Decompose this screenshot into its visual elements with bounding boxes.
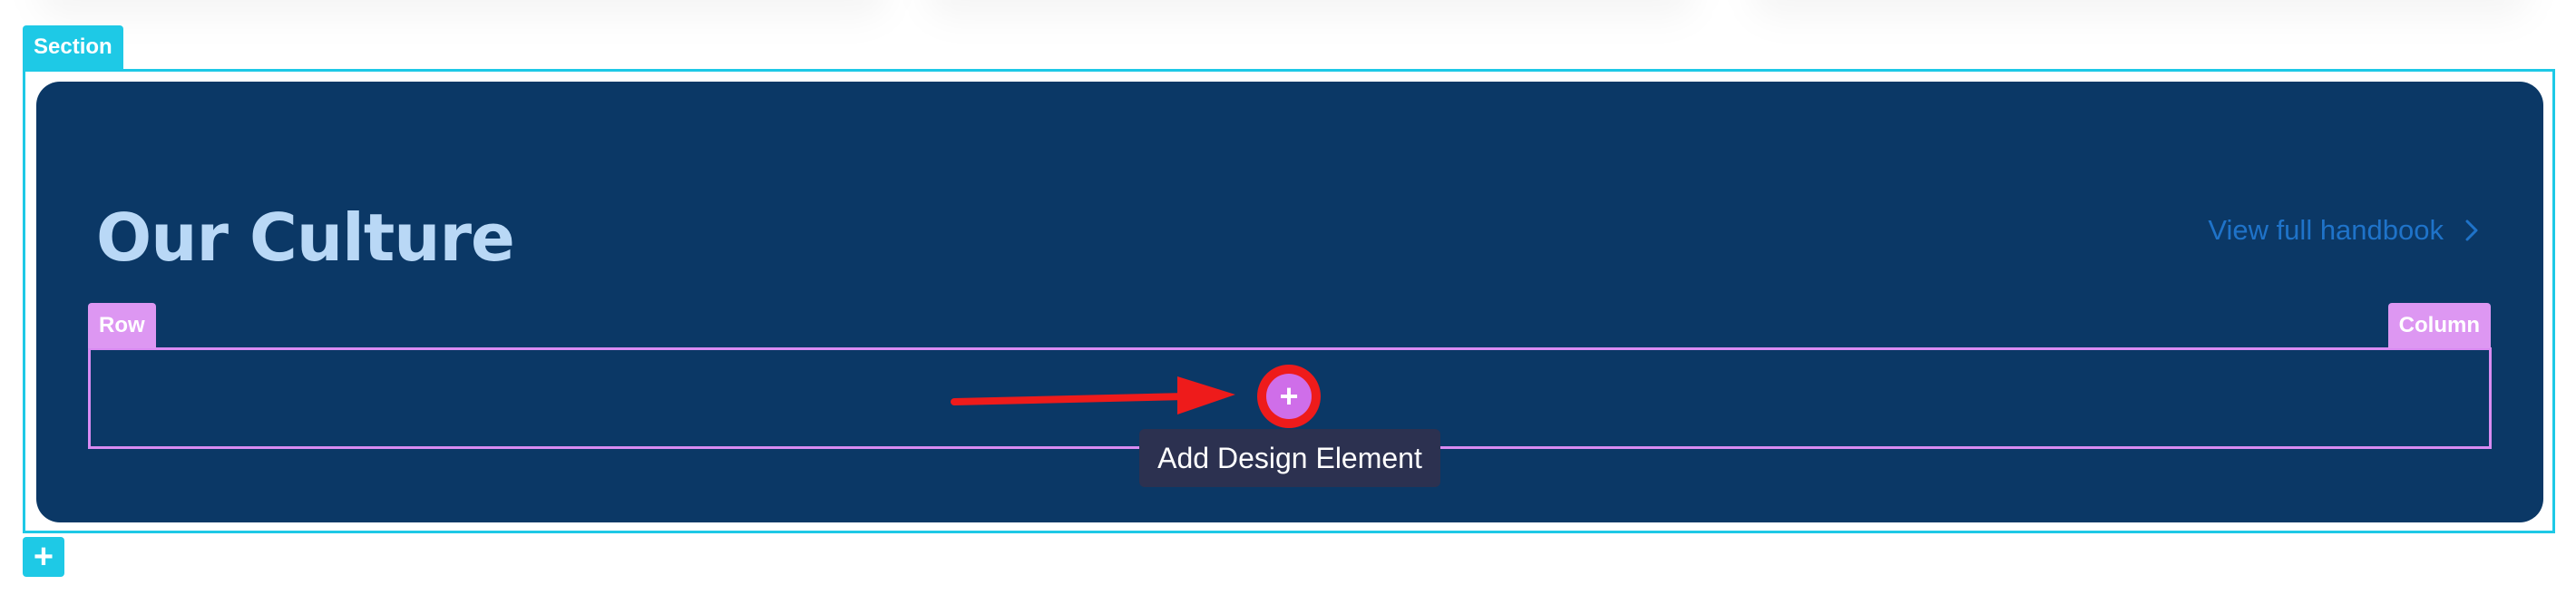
add-design-element-tooltip: Add Design Element <box>1139 429 1440 487</box>
column-label-tag[interactable]: Column <box>2387 303 2491 348</box>
add-section-button[interactable]: + <box>23 537 64 577</box>
view-handbook-link[interactable]: View full handbook <box>2208 214 2485 247</box>
chevron-right-icon <box>2465 219 2478 241</box>
section-label-tag[interactable]: Section <box>23 25 123 69</box>
add-design-element-button[interactable]: + <box>1266 374 1312 419</box>
arrow-right-icon <box>951 376 1235 415</box>
previous-content-shadow <box>925 0 1696 18</box>
page-builder-canvas: Section Our Culture View full handbook R… <box>0 0 2576 595</box>
page-title: Our Culture <box>96 200 515 276</box>
view-handbook-link-label: View full handbook <box>2208 214 2444 246</box>
row-label-tag[interactable]: Row <box>88 303 156 348</box>
previous-content-shadow <box>1751 0 2531 18</box>
previous-content-shadow <box>36 0 889 18</box>
